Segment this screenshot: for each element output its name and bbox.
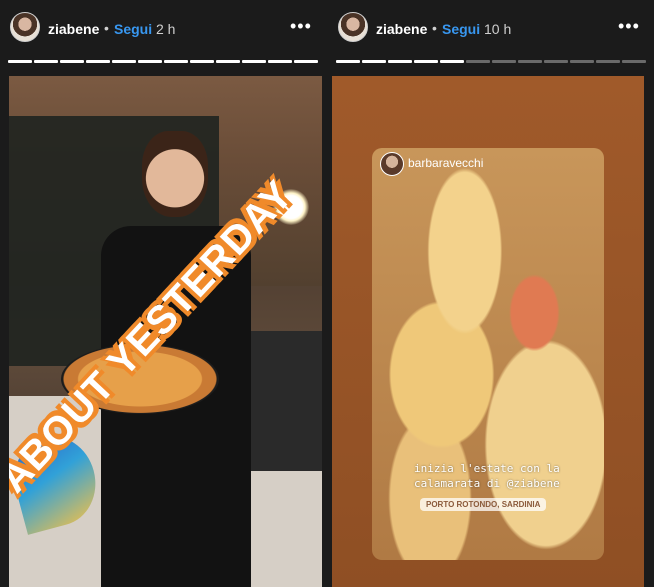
progress-segment <box>336 60 360 63</box>
story-panel-right[interactable]: ziabene • Segui 10 h ••• barbaravecchi i… <box>328 0 654 587</box>
story-media[interactable]: ABOUT YESTERDAY <box>9 76 322 587</box>
separator-dot: • <box>432 20 437 36</box>
progress-segment <box>34 60 58 63</box>
follow-button[interactable]: Segui <box>442 21 480 37</box>
story-caption: inizia l'estate con la calamarata di @zi… <box>414 461 560 491</box>
progress-segment <box>60 60 84 63</box>
progress-segment <box>8 60 32 63</box>
follow-button[interactable]: Segui <box>114 21 152 37</box>
more-options-icon[interactable]: ••• <box>618 16 640 37</box>
progress-segment <box>362 60 386 63</box>
story-header: ziabene • Segui 10 h ••• <box>328 0 654 58</box>
progress-segment <box>242 60 266 63</box>
progress-segment <box>596 60 620 63</box>
progress-segment <box>112 60 136 63</box>
story-progress-bar <box>8 60 318 63</box>
repost-avatar[interactable] <box>380 152 404 176</box>
progress-segment <box>216 60 240 63</box>
repost-username[interactable]: barbaravecchi <box>408 156 483 170</box>
location-sticker[interactable]: PORTO ROTONDO, SARDINIA <box>420 498 547 511</box>
separator-dot: • <box>104 20 109 36</box>
progress-segment <box>570 60 594 63</box>
progress-segment <box>518 60 542 63</box>
more-options-icon[interactable]: ••• <box>290 16 312 37</box>
caption-line-1: inizia l'estate con la <box>414 462 560 475</box>
username[interactable]: ziabene <box>376 21 427 37</box>
username[interactable]: ziabene <box>48 21 99 37</box>
progress-segment <box>294 60 318 63</box>
progress-segment <box>440 60 464 63</box>
story-media[interactable]: barbaravecchi inizia l'estate con la cal… <box>332 76 644 587</box>
progress-segment <box>544 60 568 63</box>
progress-segment <box>268 60 292 63</box>
story-header: ziabene • Segui 2 h ••• <box>0 0 326 58</box>
progress-segment <box>86 60 110 63</box>
timestamp: 10 h <box>484 21 512 37</box>
progress-segment <box>138 60 162 63</box>
caption-line-2: calamarata di @ziabene <box>414 477 560 490</box>
progress-segment <box>388 60 412 63</box>
progress-segment <box>414 60 438 63</box>
timestamp: 2 h <box>156 21 176 37</box>
progress-segment <box>466 60 490 63</box>
progress-segment <box>164 60 188 63</box>
avatar[interactable] <box>338 12 368 42</box>
progress-segment <box>622 60 646 63</box>
progress-segment <box>492 60 516 63</box>
story-panel-left[interactable]: ziabene • Segui 2 h ••• ABOUT YESTERDAY <box>0 0 326 587</box>
avatar[interactable] <box>10 12 40 42</box>
progress-segment <box>190 60 214 63</box>
person-head <box>142 131 208 217</box>
story-progress-bar <box>336 60 646 63</box>
